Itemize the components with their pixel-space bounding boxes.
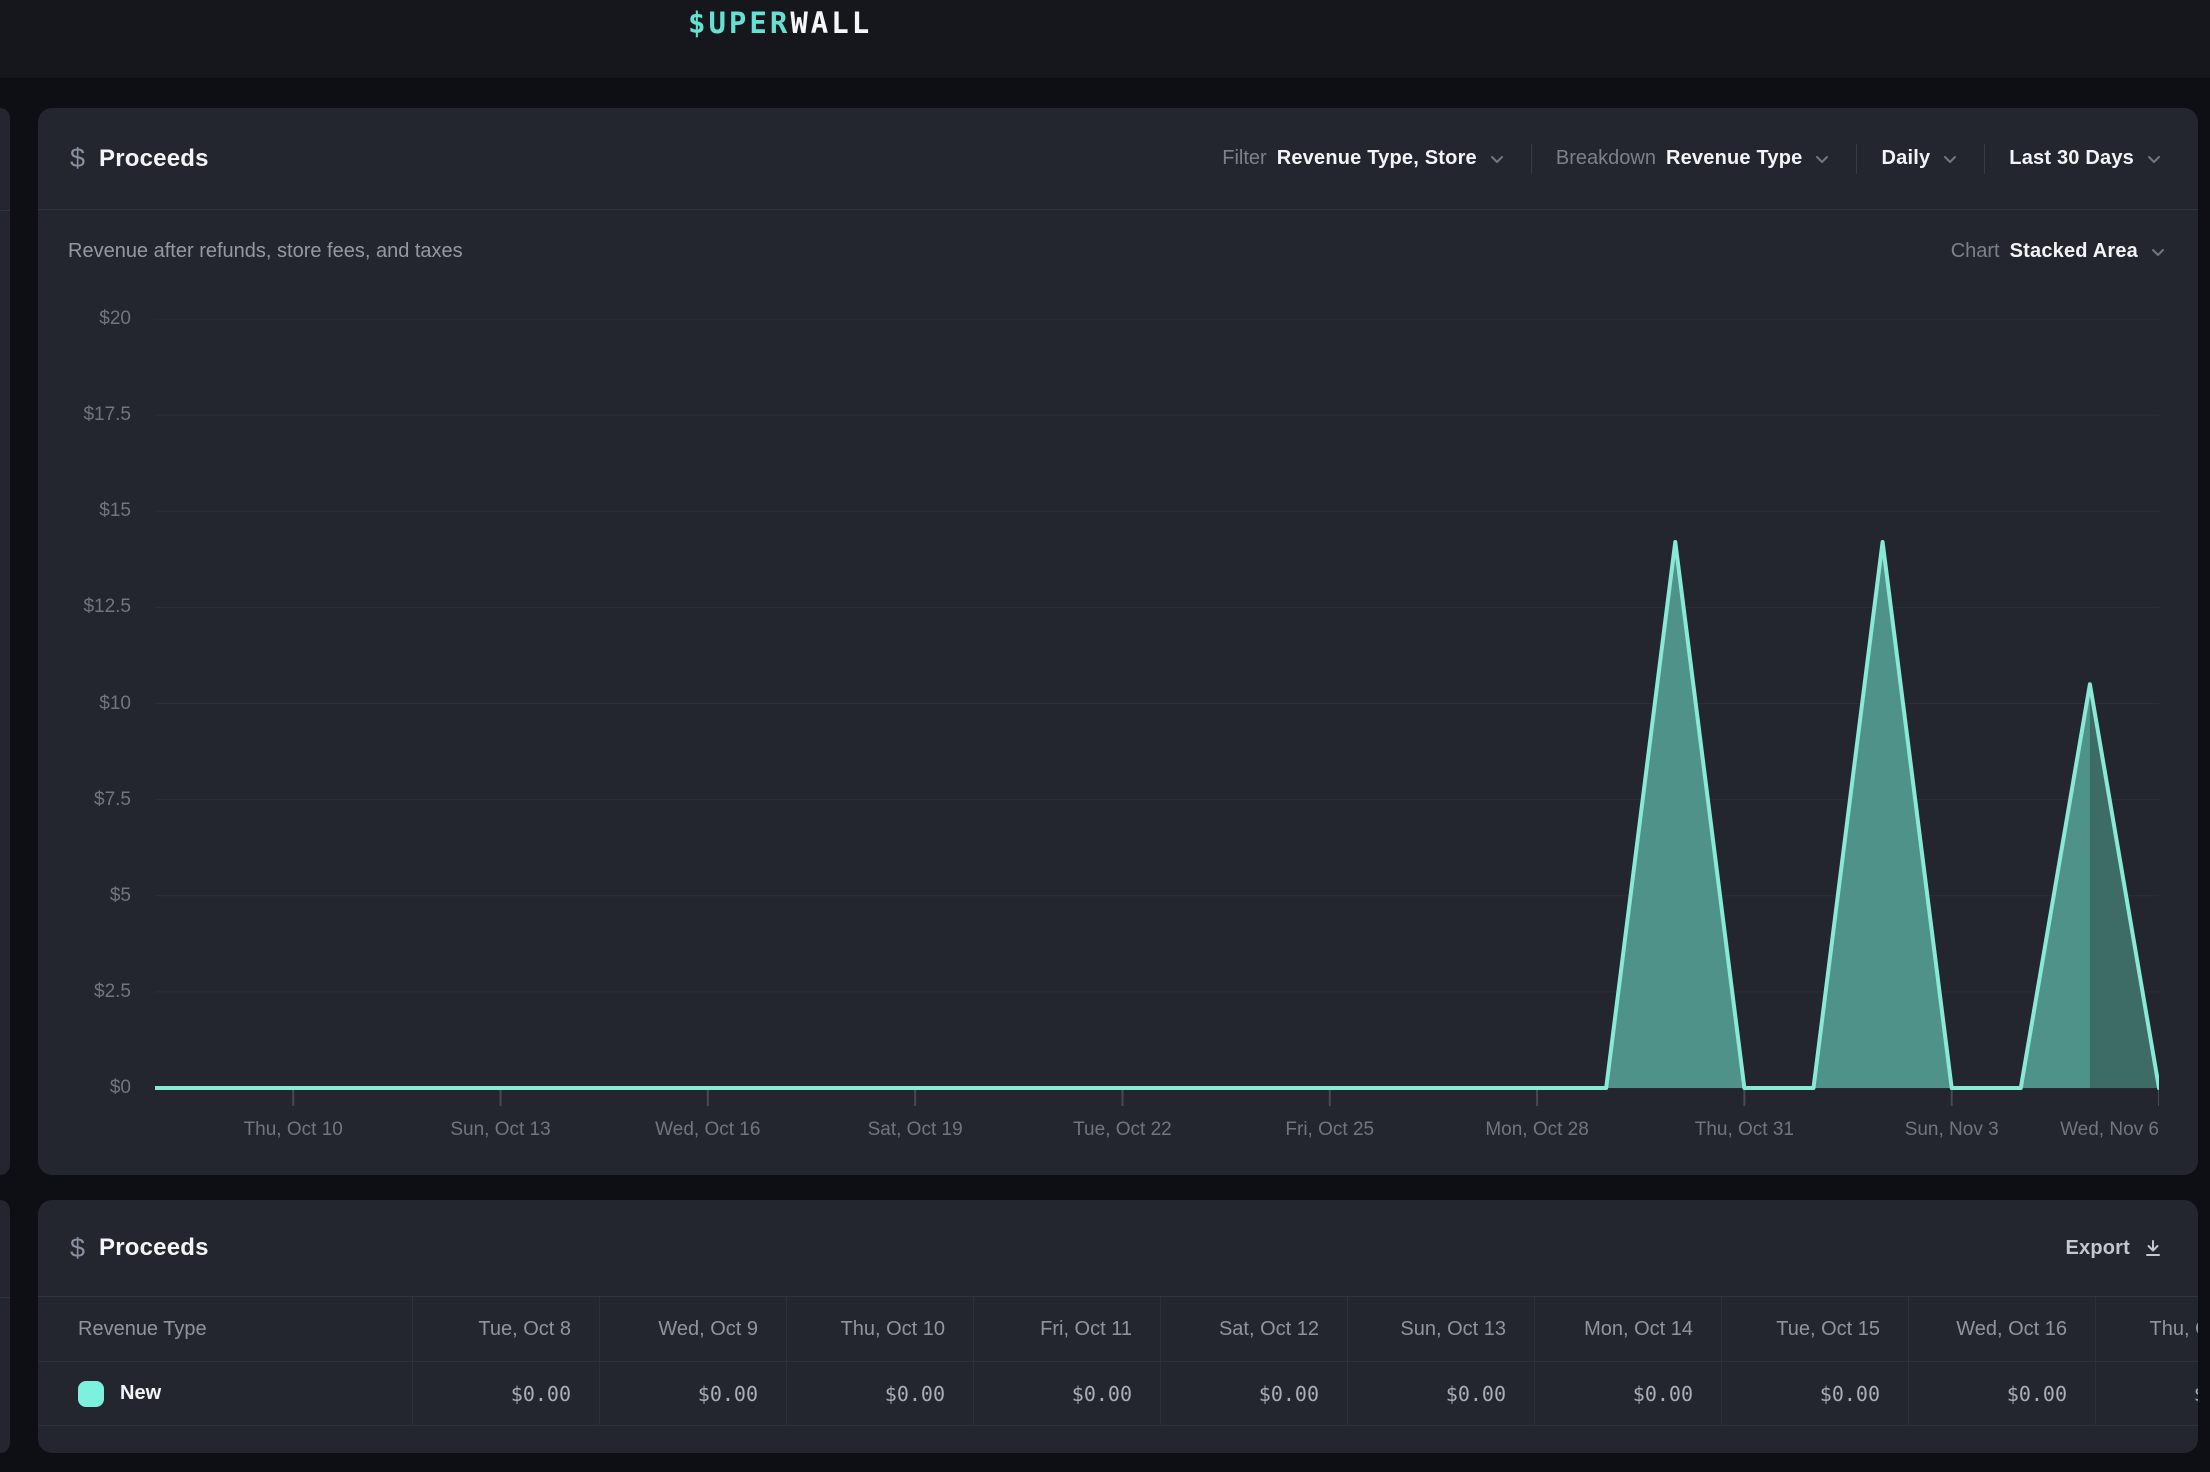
card-title: Proceeds	[99, 145, 209, 173]
row-label: New	[120, 1382, 161, 1405]
table-header-date: Mon, Oct 14	[1534, 1297, 1721, 1362]
date-range-value: Last 30 Days	[2009, 147, 2134, 170]
x-axis-label: Wed, Nov 6	[2060, 1119, 2159, 1141]
card-title: Proceeds	[99, 1234, 209, 1262]
x-axis: Thu, Oct 10 Sun, Oct 13 Wed, Oct 16 Sat, Oc…	[155, 1119, 2159, 1145]
y-axis-label: $7.5	[94, 789, 131, 811]
y-axis: $0$2.5$5$7.5$10$12.5$15$17.5$20	[68, 319, 155, 1114]
card-title-group: $ Proceeds	[70, 145, 209, 173]
divider	[1856, 144, 1857, 174]
chevron-down-icon	[1487, 149, 1507, 169]
y-axis-label: $15	[99, 500, 131, 522]
proceeds-chart-card: $ Proceeds Filter Revenue Type, Store Br…	[38, 108, 2198, 1175]
dollar-icon: $	[70, 1235, 85, 1262]
filter-value: Revenue Type, Store	[1277, 147, 1477, 170]
dollar-icon: $	[70, 145, 85, 172]
y-axis-label: $12.5	[83, 596, 131, 618]
chart-type-value: Stacked Area	[2010, 240, 2138, 263]
table-header-date: Sat, Oct 12	[1160, 1297, 1347, 1362]
logo-suffix: WALL	[790, 6, 872, 40]
table-cell-value: $0.00	[599, 1362, 786, 1426]
y-axis-label: $10	[99, 693, 131, 715]
x-axis-label: Sun, Nov 3	[1905, 1119, 1999, 1141]
y-axis-label: $2.5	[94, 981, 131, 1003]
table-header-date: Thu, Oct 10	[786, 1297, 973, 1362]
chevron-down-icon	[1812, 149, 1832, 169]
x-axis-label: Sat, Oct 19	[868, 1119, 963, 1141]
chevron-down-icon	[2144, 149, 2164, 169]
table-cell-value: $0.00	[1534, 1362, 1721, 1426]
stacked-area-chart: $0$2.5$5$7.5$10$12.5$15$17.5$20 Thu, Oct…	[68, 319, 2168, 1114]
date-range-dropdown[interactable]: Last 30 Days	[2009, 147, 2164, 170]
table-header-date: Tue, Oct 15	[1721, 1297, 1908, 1362]
card-title-group: $ Proceeds	[70, 1234, 209, 1262]
proceeds-table-card: $ Proceeds Export Revenue TypeTue, Oct 8…	[38, 1200, 2198, 1453]
x-axis-label: Mon, Oct 28	[1485, 1119, 1589, 1141]
y-axis-label: $20	[99, 308, 131, 330]
table-cell-value: $0.00	[1721, 1362, 1908, 1426]
divider	[0, 1297, 10, 1298]
chart-card-body: Revenue after refunds, store fees, and t…	[38, 210, 2198, 1114]
y-axis-label: $0	[110, 1077, 131, 1099]
interval-dropdown[interactable]: Daily	[1881, 147, 1960, 170]
chart-controls: Filter Revenue Type, Store Breakdown Rev…	[1222, 144, 2164, 174]
download-icon	[2142, 1237, 2164, 1259]
chart-subtitle-row: Revenue after refunds, store fees, and t…	[68, 240, 2168, 263]
table-cell-value: $0.00	[786, 1362, 973, 1426]
interval-value: Daily	[1881, 147, 1930, 170]
filter-label: Filter	[1222, 147, 1266, 170]
adjacent-card-edge-top	[0, 108, 10, 1175]
chevron-down-icon	[1940, 149, 1960, 169]
chart-type-dropdown[interactable]: Chart Stacked Area	[1951, 240, 2168, 263]
x-axis-label: Wed, Oct 16	[655, 1119, 760, 1141]
legend-swatch-new	[78, 1381, 104, 1407]
top-navigation-bar: $UPERWALL	[0, 0, 2210, 78]
table-header-date: Sun, Oct 13	[1347, 1297, 1534, 1362]
logo-prefix: $UPER	[688, 6, 790, 40]
x-axis-label: Thu, Oct 10	[244, 1119, 343, 1141]
table-header-date: Fri, Oct 11	[973, 1297, 1160, 1362]
divider	[1984, 144, 1985, 174]
export-button[interactable]: Export	[2065, 1237, 2164, 1260]
chart-area-series-new	[155, 542, 2159, 1088]
chart-card-header: $ Proceeds Filter Revenue Type, Store Br…	[38, 108, 2198, 210]
table-header-date: Wed, Oct 16	[1908, 1297, 2095, 1362]
revenue-table: Revenue TypeTue, Oct 8Wed, Oct 9Thu, Oct…	[38, 1297, 2198, 1426]
chart-plot-area: Thu, Oct 10Sun, Oct 13Wed, Oct 16Sat, Oc…	[155, 319, 2159, 1114]
x-axis-label: Thu, Oct 31	[1695, 1119, 1794, 1141]
breakdown-dropdown[interactable]: Breakdown Revenue Type	[1556, 147, 1833, 170]
table-cell-value: $0.00	[2095, 1362, 2198, 1426]
table-cell-value: $0.00	[1160, 1362, 1347, 1426]
x-axis-label: Fri, Oct 25	[1285, 1119, 1374, 1141]
chart-type-label: Chart	[1951, 240, 2000, 263]
x-axis-label: Tue, Oct 22	[1073, 1119, 1172, 1141]
table-header-date: Tue, Oct 8	[412, 1297, 599, 1362]
table-header-revenue-type: Revenue Type	[38, 1297, 412, 1362]
table-cell-value: $0.00	[1347, 1362, 1534, 1426]
y-axis-label: $17.5	[83, 404, 131, 426]
chevron-down-icon	[2148, 242, 2168, 262]
y-axis-label: $5	[110, 885, 131, 907]
breakdown-value: Revenue Type	[1666, 147, 1803, 170]
x-axis-label: Sun, Oct 13	[450, 1119, 550, 1141]
table-cell-value: $0.00	[973, 1362, 1160, 1426]
adjacent-card-edge-bottom	[0, 1200, 10, 1453]
divider	[0, 210, 10, 211]
table-header-date: Thu, Oct 17	[2095, 1297, 2198, 1362]
export-label: Export	[2065, 1237, 2130, 1260]
filter-dropdown[interactable]: Filter Revenue Type, Store	[1222, 147, 1507, 170]
table-header-date: Wed, Oct 9	[599, 1297, 786, 1362]
table-cell-value: $0.00	[1908, 1362, 2095, 1426]
table-cell-value: $0.00	[412, 1362, 599, 1426]
divider	[1531, 144, 1532, 174]
chart-svg	[155, 319, 2159, 1109]
table-card-header: $ Proceeds Export	[38, 1200, 2198, 1297]
breakdown-label: Breakdown	[1556, 147, 1656, 170]
table-row-label-cell: New	[38, 1362, 412, 1426]
chart-subtitle: Revenue after refunds, store fees, and t…	[68, 240, 463, 263]
superwall-logo[interactable]: $UPERWALL	[688, 6, 872, 40]
